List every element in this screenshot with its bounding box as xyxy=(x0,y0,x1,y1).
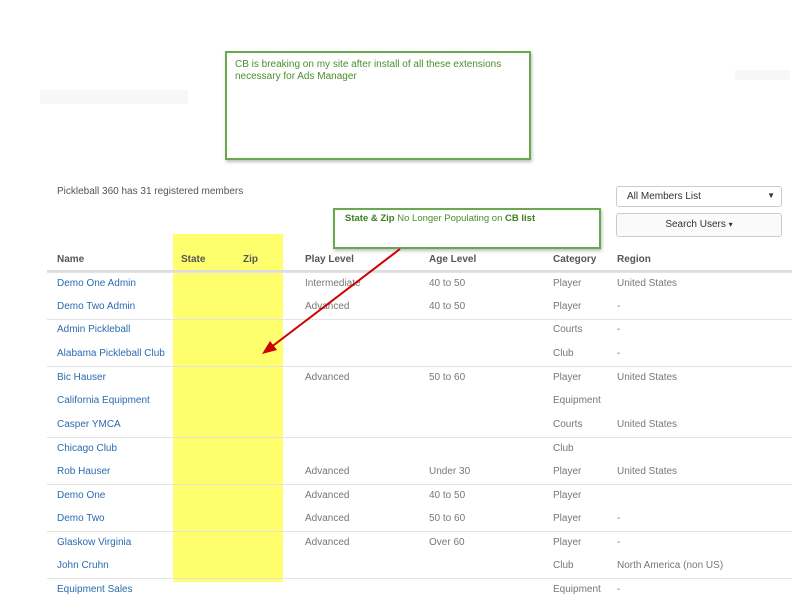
annotation-arrow-icon xyxy=(262,248,401,354)
